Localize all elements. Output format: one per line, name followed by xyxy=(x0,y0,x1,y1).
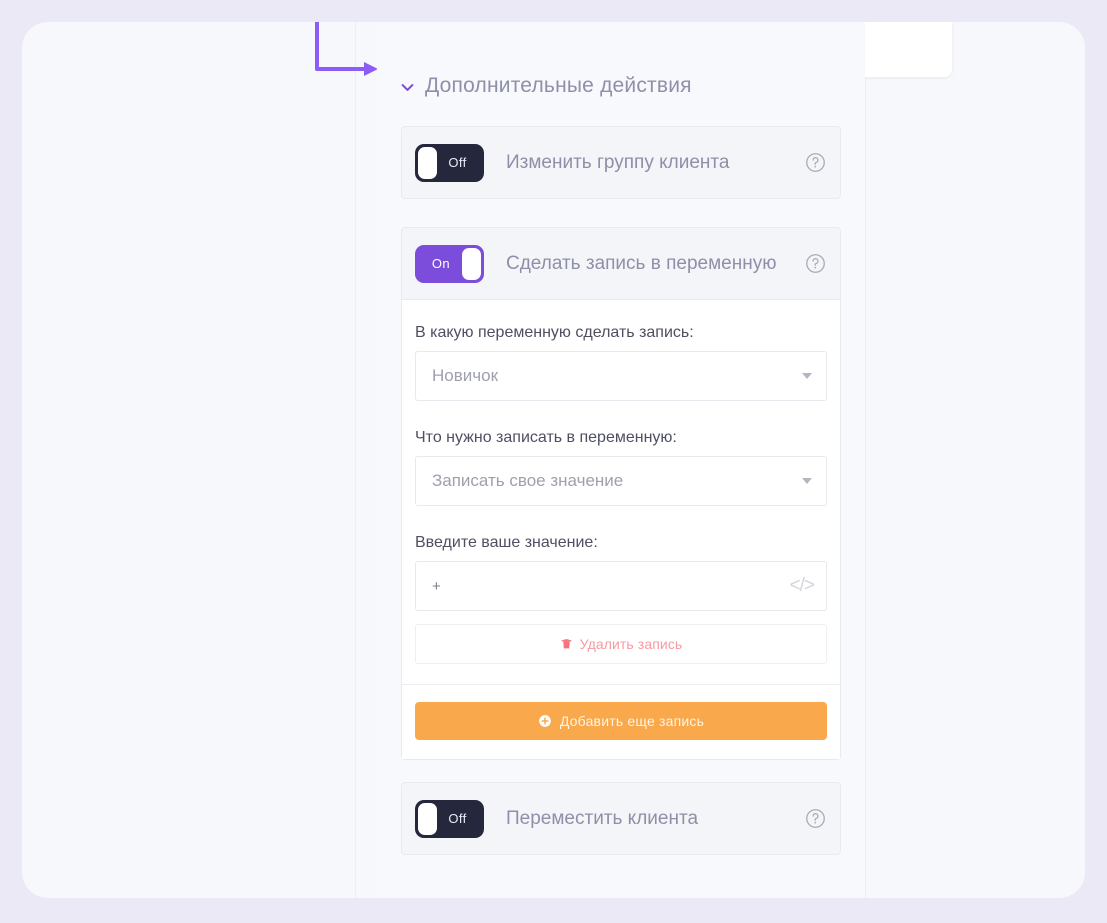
toggle-state-label: Off xyxy=(448,811,467,826)
write-what-select-value: Записать свое значение xyxy=(432,471,624,490)
action-block-header: On Сделать запись в переменную xyxy=(402,228,840,299)
value-input-placeholder: + xyxy=(432,577,441,595)
column-seam-right xyxy=(865,22,866,898)
delete-record-label: Удалить запись xyxy=(579,636,683,652)
adjacent-card-fragment[interactable] xyxy=(865,22,952,77)
plus-circle-icon xyxy=(539,715,551,727)
column-seam-left xyxy=(355,22,356,898)
add-record-label: Добавить еще запись xyxy=(559,713,705,729)
value-input[interactable]: + </> xyxy=(415,561,827,611)
add-record-button[interactable]: Добавить еще запись xyxy=(415,702,827,740)
chevron-down-icon xyxy=(802,478,812,484)
trash-icon xyxy=(561,639,572,649)
action-block-title: Сделать запись в переменную xyxy=(506,252,777,274)
action-block-title: Переместить клиента xyxy=(506,807,699,829)
panel-header[interactable]: Дополнительные действия xyxy=(377,22,865,98)
action-block-change-client-group: Off Изменить группу клиента xyxy=(401,126,841,199)
workspace-card: Дополнительные действия Off Изменить гру… xyxy=(22,22,1085,898)
toggle-move-client[interactable]: Off xyxy=(415,799,484,838)
question-circle-icon[interactable] xyxy=(805,808,826,829)
additional-actions-panel: Дополнительные действия Off Изменить гру… xyxy=(377,22,865,898)
question-circle-icon[interactable] xyxy=(805,253,826,274)
write-what-select-label: Что нужно записать в переменную: xyxy=(415,429,677,446)
variable-select[interactable]: Новичок xyxy=(415,351,827,401)
action-block-write-to-variable: On Сделать запись в переменную В какую п… xyxy=(401,227,841,760)
toggle-state-label: Off xyxy=(448,155,467,170)
toggle-write-to-variable[interactable]: On xyxy=(415,244,484,283)
question-circle-icon[interactable] xyxy=(805,152,826,173)
value-input-label: Введите ваше значение: xyxy=(415,534,598,551)
chevron-down-icon[interactable] xyxy=(401,81,414,94)
variable-select-label: В какую переменную сделать запись: xyxy=(415,324,694,341)
chevron-down-icon xyxy=(802,373,812,379)
action-block-header: Off Переместить клиента xyxy=(402,783,840,854)
write-to-variable-form: В какую переменную сделать запись: Нович… xyxy=(402,299,840,684)
toggle-knob xyxy=(418,802,437,835)
write-to-variable-footer: Добавить еще запись xyxy=(402,684,840,759)
elbow-arrow-connector-icon xyxy=(315,22,378,76)
toggle-state-label: On xyxy=(431,256,451,271)
action-block-move-client: Off Переместить клиента xyxy=(401,782,841,855)
toggle-knob xyxy=(418,146,437,179)
panel-title: Дополнительные действия xyxy=(425,74,692,97)
action-block-title: Изменить группу клиента xyxy=(506,151,730,173)
variable-select-value: Новичок xyxy=(432,366,499,385)
toggle-knob xyxy=(462,247,481,280)
action-block-header: Off Изменить группу клиента xyxy=(402,127,840,198)
code-icon[interactable]: </> xyxy=(790,575,816,597)
toggle-change-client-group[interactable]: Off xyxy=(415,143,484,182)
write-what-select[interactable]: Записать свое значение xyxy=(415,456,827,506)
delete-record-button[interactable]: Удалить запись xyxy=(415,624,827,664)
